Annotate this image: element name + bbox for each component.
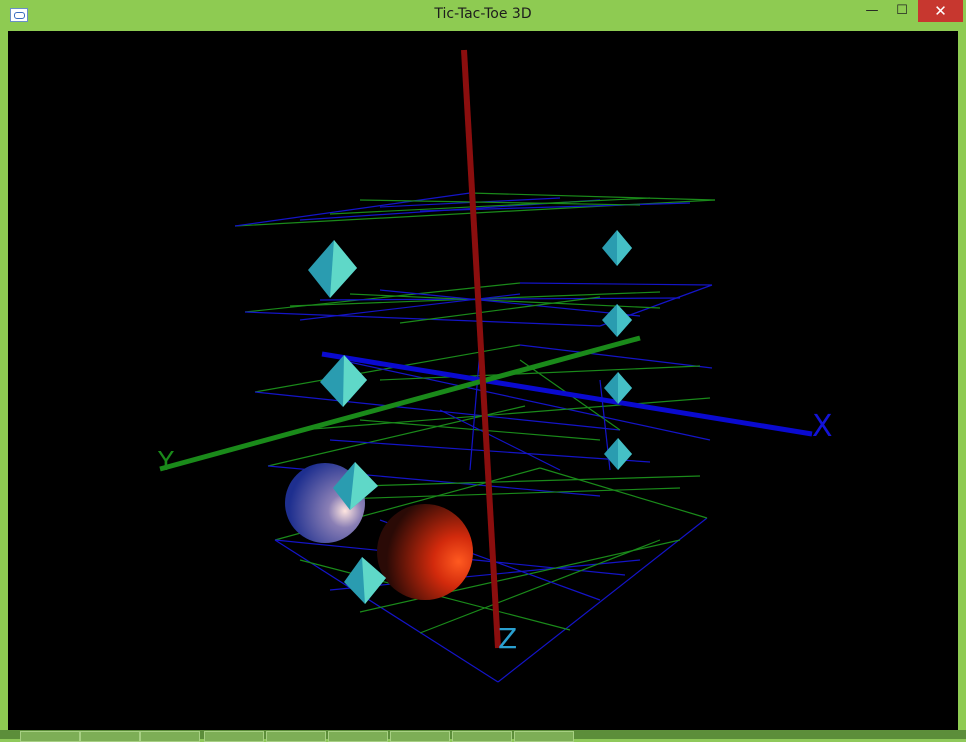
- app-window: Tic-Tac-Toe 3D — ☐ ✕ X Y Z: [0, 0, 966, 730]
- sphere-piece-red[interactable]: [377, 504, 473, 600]
- scene-canvas[interactable]: X Y Z: [8, 31, 958, 730]
- taskbar-button-2[interactable]: [80, 731, 140, 742]
- taskbar-button-6[interactable]: [328, 731, 388, 742]
- maximize-button[interactable]: ☐: [888, 0, 916, 22]
- taskbar-button-4[interactable]: [204, 731, 264, 742]
- octahedron-piece-6[interactable]: [604, 438, 632, 470]
- 3d-viewport[interactable]: X Y Z: [8, 31, 958, 730]
- octahedron-piece-2[interactable]: [602, 230, 632, 266]
- taskbar-button-1[interactable]: [20, 731, 80, 742]
- window-title: Tic-Tac-Toe 3D: [434, 6, 532, 22]
- taskbar-button-3[interactable]: [140, 731, 200, 742]
- taskbar: [0, 730, 966, 742]
- title-bar[interactable]: Tic-Tac-Toe 3D — ☐ ✕: [0, 0, 966, 31]
- y-axis-label: Y: [157, 447, 174, 477]
- octahedron-piece-3[interactable]: [602, 304, 632, 337]
- taskbar-button-8[interactable]: [452, 731, 512, 742]
- taskbar-button-7[interactable]: [390, 731, 450, 742]
- x-axis-label: X: [812, 409, 833, 444]
- taskbar-button-5[interactable]: [266, 731, 326, 742]
- z-axis-label: Z: [498, 622, 517, 655]
- taskbar-button-9[interactable]: [514, 731, 574, 742]
- octahedron-piece-1[interactable]: [308, 240, 357, 298]
- close-button[interactable]: ✕: [918, 0, 963, 22]
- minimize-button[interactable]: —: [858, 0, 886, 22]
- y-axis: [159, 335, 641, 472]
